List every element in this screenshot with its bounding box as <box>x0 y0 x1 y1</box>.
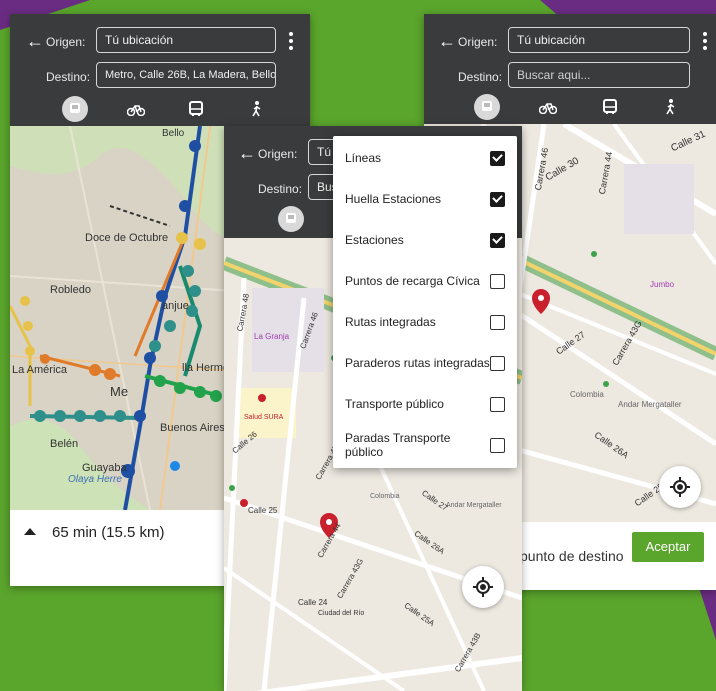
destination-field[interactable]: Metro, Calle 26B, La Madera, Bello. <box>96 62 276 88</box>
menu-item-puntos-recarga[interactable]: Puntos de recarga Cívica <box>345 261 505 301</box>
search-header: ← Origen: Tú ubicación Destino: Buscar a… <box>424 14 716 124</box>
map-label-robledo: Robledo <box>50 284 91 296</box>
bicycle-icon[interactable] <box>123 96 149 122</box>
menu-item-transporte-publico[interactable]: Transporte público <box>345 384 505 424</box>
origin-field[interactable]: Tú ubicación <box>508 27 690 53</box>
origin-label: Origen: <box>46 35 86 49</box>
walk-icon[interactable] <box>658 94 684 120</box>
menu-item-huella-estaciones[interactable]: Huella Estaciones <box>345 179 505 219</box>
destination-prompt: punto de destino <box>520 548 624 564</box>
search-header: ← Origen: Tú ubicación Destino: Metro, C… <box>10 14 310 126</box>
map-label-jumbo: Jumbo <box>650 280 675 289</box>
bus-icon[interactable] <box>597 94 623 120</box>
map-label-doce-de-octubre: Doce de Octubre <box>85 232 169 244</box>
back-arrow-icon[interactable]: ← <box>438 32 456 50</box>
map-label-calle-24: Calle 24 <box>298 598 328 607</box>
map-label-medellin: Me <box>110 384 129 399</box>
map-label-colombia: Colombia <box>370 493 400 500</box>
checkbox-unchecked-icon[interactable] <box>490 273 505 289</box>
map-label-guayabal: Guayaba <box>82 462 127 474</box>
map-label-ciudad-del-rio: Ciudad del Río <box>318 610 365 617</box>
map-label-la-granja: La Granja <box>254 332 290 341</box>
menu-item-estaciones[interactable]: Estaciones <box>345 220 505 260</box>
checkbox-unchecked-icon[interactable] <box>490 437 505 453</box>
checkbox-checked-icon[interactable] <box>490 232 505 248</box>
transport-mode-bar <box>474 94 684 120</box>
origin-label: Origen: <box>258 147 298 161</box>
destination-search-input[interactable]: Buscar aqui... <box>508 62 690 88</box>
metro-icon[interactable] <box>474 94 500 120</box>
destination-label: Destino: <box>258 182 303 196</box>
checkbox-unchecked-icon[interactable] <box>490 314 505 330</box>
map-label-andar-mergataller: Andar Mergataller <box>618 400 682 409</box>
origin-label: Origen: <box>458 35 498 49</box>
map-label-belen: Belén <box>50 438 79 450</box>
locate-icon <box>473 577 493 597</box>
checkbox-checked-icon[interactable] <box>490 191 505 207</box>
menu-item-paradas-transporte[interactable]: Paradas Transporte público <box>345 425 505 465</box>
walk-icon[interactable] <box>244 96 270 122</box>
checkbox-unchecked-icon[interactable] <box>490 355 505 371</box>
checkbox-unchecked-icon[interactable] <box>490 396 505 412</box>
accept-button[interactable]: Aceptar <box>632 532 704 562</box>
locate-me-button[interactable] <box>462 566 504 608</box>
origin-field[interactable]: Tú ubicación <box>96 27 276 53</box>
metro-icon[interactable] <box>278 206 304 232</box>
menu-item-paraderos-rutas[interactable]: Paraderos rutas integradas <box>345 343 505 383</box>
bicycle-icon[interactable] <box>535 94 561 120</box>
map-label-bello: Bello <box>162 128 185 139</box>
transport-mode-bar <box>62 96 270 122</box>
locate-me-button[interactable] <box>659 466 701 508</box>
menu-item-rutas-integradas[interactable]: Rutas integradas <box>345 302 505 342</box>
bus-icon[interactable] <box>183 96 209 122</box>
map-label-olaya-herrera: Olaya Herre <box>68 474 122 485</box>
destination-label: Destino: <box>46 70 91 84</box>
map-label-manrique: anjue <box>162 300 189 312</box>
destination-label: Destino: <box>458 70 503 84</box>
map-label-andar-mergataller: Andar Mergataller <box>446 502 502 509</box>
more-options-icon[interactable] <box>703 32 707 53</box>
map-label-la-america: La América <box>12 364 68 376</box>
expand-up-icon[interactable] <box>24 528 36 535</box>
map-label-villa-hermosa: lla Hermo <box>182 362 230 374</box>
map-label-colombia: Colombia <box>570 390 604 399</box>
map-layers-menu: Líneas Huella Estaciones Estaciones Punt… <box>333 136 517 468</box>
metro-icon[interactable] <box>62 96 88 122</box>
map-label-buenos-aires: Buenos Aires <box>160 422 225 434</box>
menu-item-lineas[interactable]: Líneas <box>345 138 505 178</box>
back-arrow-icon[interactable]: ← <box>238 144 256 162</box>
map-label-salud-sura: Salud SURA <box>244 414 284 421</box>
back-arrow-icon[interactable]: ← <box>26 32 44 50</box>
route-duration-distance: 65 min (15.5 km) <box>52 524 165 541</box>
more-options-icon[interactable] <box>289 32 293 53</box>
locate-icon <box>670 477 690 497</box>
map-label-calle-25: Calle 25 <box>248 506 278 515</box>
checkbox-checked-icon[interactable] <box>490 150 505 166</box>
